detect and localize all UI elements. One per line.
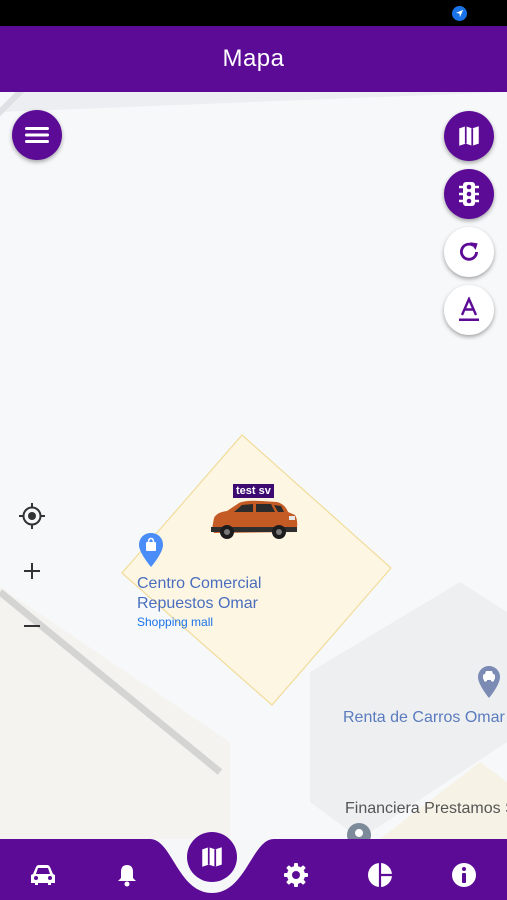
bell-icon: [118, 865, 136, 887]
pie-chart-icon: [368, 863, 392, 887]
zoom-in-icon: [24, 563, 40, 579]
nav-info[interactable]: [447, 858, 481, 892]
location-arrow-icon: [452, 6, 467, 21]
nav-map[interactable]: [187, 832, 237, 882]
map-type-button[interactable]: [444, 111, 494, 161]
text-format-icon: [459, 297, 479, 321]
nav-reports[interactable]: [363, 858, 397, 892]
refresh-button[interactable]: [444, 227, 494, 277]
info-icon: [452, 863, 476, 887]
poi-finance-name[interactable]: Financiera Prestamos S: [345, 799, 507, 819]
traffic-button[interactable]: [444, 169, 494, 219]
menu-icon: [25, 127, 49, 143]
vehicle-marker[interactable]: [209, 498, 299, 544]
shopping-bag-pin-icon[interactable]: [138, 532, 164, 568]
refresh-icon: [460, 242, 478, 261]
my-location-icon: [19, 503, 45, 529]
traffic-light-icon: [459, 182, 479, 206]
gear-icon: [284, 863, 308, 887]
nav-settings[interactable]: [279, 858, 313, 892]
my-location-button[interactable]: [14, 498, 50, 534]
poi-rental-name[interactable]: Renta de Carros Omar: [343, 708, 505, 728]
zoom-out-button[interactable]: [14, 608, 50, 644]
car-icon: [31, 865, 55, 885]
nav-alerts[interactable]: [110, 858, 144, 892]
zoom-out-icon: [24, 625, 40, 627]
poi-mall-name[interactable]: Centro Comercial Repuestos Omar: [137, 574, 261, 614]
map-view[interactable]: test sv Centro Comercial Repuestos Omar …: [0, 92, 507, 839]
poi-mall-name-line1: Centro Comercial: [137, 575, 262, 592]
map-icon: [202, 847, 222, 867]
finance-pin-icon[interactable]: [346, 822, 372, 839]
car-rental-pin-icon[interactable]: [477, 665, 501, 699]
bottom-nav-bar: [0, 839, 507, 900]
nav-vehicles[interactable]: [26, 858, 60, 892]
status-bar: [0, 0, 507, 26]
label-toggle-button[interactable]: [444, 285, 494, 335]
app-bar: Mapa: [0, 26, 507, 92]
page-title: Mapa: [222, 45, 285, 72]
map-icon: [459, 126, 479, 146]
poi-mall-name-line2: Repuestos Omar: [137, 595, 258, 612]
vehicle-label: test sv: [233, 484, 274, 498]
zoom-in-button[interactable]: [14, 553, 50, 589]
menu-button[interactable]: [12, 110, 62, 160]
poi-mall-category: Shopping mall: [137, 615, 214, 629]
